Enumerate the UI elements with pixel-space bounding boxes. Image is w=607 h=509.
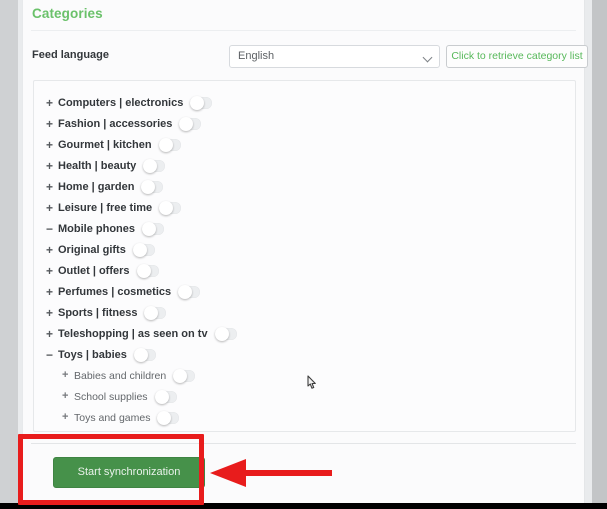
category-row[interactable]: + Perfumes | cosmetics	[34, 281, 575, 302]
category-subrow[interactable]: + School supplies	[34, 386, 575, 407]
category-label: Health | beauty	[58, 159, 137, 172]
category-toggle-switch[interactable]	[142, 221, 164, 236]
category-row[interactable]: − Toys | babies	[34, 344, 575, 365]
toggle-knob	[142, 221, 156, 236]
title-divider	[31, 30, 576, 31]
toggle-knob	[132, 242, 147, 257]
toggle-knob	[144, 305, 159, 320]
category-subrow[interactable]: + Toys and games	[34, 407, 575, 428]
category-row[interactable]: + Outlet | offers	[34, 260, 575, 281]
expand-plus-icon[interactable]: +	[46, 328, 58, 340]
chevron-down-icon	[424, 54, 431, 61]
category-row[interactable]: − Mobile phones	[34, 218, 575, 239]
category-row[interactable]: + Fashion | accessories	[34, 113, 575, 134]
toggle-knob	[173, 368, 188, 383]
category-toggle-switch[interactable]	[157, 410, 180, 425]
category-toggle-switch[interactable]	[179, 116, 202, 131]
retrieve-category-list-button[interactable]: Click to retrieve category list	[446, 45, 588, 68]
category-label: Perfumes | cosmetics	[58, 285, 172, 298]
feed-language-row: Feed language English Click to retrieve …	[23, 45, 588, 69]
expand-plus-icon[interactable]: +	[62, 370, 74, 381]
category-label: Mobile phones	[58, 222, 135, 235]
category-toggle-switch[interactable]	[141, 179, 164, 194]
toggle-knob	[158, 137, 173, 152]
category-label: Sports | fitness	[58, 306, 138, 319]
category-label: Leisure | free time	[58, 201, 153, 214]
category-label: Babies and children	[74, 369, 167, 382]
category-label: Outlet | offers	[58, 264, 130, 277]
toggle-knob	[143, 158, 158, 173]
category-row[interactable]: + Gourmet | kitchen	[34, 134, 575, 155]
feed-language-label: Feed language	[32, 49, 110, 61]
category-toggle-switch[interactable]	[158, 137, 181, 152]
category-toggle-switch[interactable]	[144, 305, 167, 320]
expand-plus-icon[interactable]: +	[46, 286, 58, 298]
expand-plus-icon[interactable]: +	[46, 118, 58, 130]
category-label: Fashion | accessories	[58, 117, 173, 130]
bottom-black-strip	[0, 503, 607, 509]
expand-plus-icon[interactable]: +	[46, 160, 58, 172]
category-label: Gourmet | kitchen	[58, 138, 152, 151]
toggle-knob	[190, 95, 205, 110]
category-label: Computers | electronics	[58, 96, 184, 109]
annotation-arrow-line	[245, 470, 332, 476]
expand-plus-icon[interactable]: +	[46, 97, 58, 109]
category-label: Toys | babies	[58, 348, 127, 361]
screenshot-root: Categories Feed language English Click t…	[0, 0, 607, 509]
category-toggle-switch[interactable]	[214, 326, 237, 341]
expand-plus-icon[interactable]: +	[46, 181, 58, 193]
category-row[interactable]: + Teleshopping | as seen on tv	[34, 323, 575, 344]
category-row[interactable]: + Original gifts	[34, 239, 575, 260]
category-label: Home | garden	[58, 180, 135, 193]
toggle-knob	[154, 389, 169, 404]
toggle-knob	[157, 410, 172, 425]
category-toggle-switch[interactable]	[159, 200, 182, 215]
category-toggle-switch[interactable]	[136, 263, 159, 278]
expand-plus-icon[interactable]: +	[46, 265, 58, 277]
category-label: School supplies	[74, 390, 148, 403]
category-row[interactable]: + Computers | electronics	[34, 92, 575, 113]
mouse-cursor	[307, 375, 316, 389]
category-list: + Computers | electronics + Fashion | acces…	[33, 80, 576, 432]
category-toggle-switch[interactable]	[190, 95, 213, 110]
category-row[interactable]: + Sports | fitness	[34, 302, 575, 323]
toggle-knob	[179, 116, 194, 131]
category-toggle-switch[interactable]	[133, 347, 156, 362]
footer-divider	[31, 443, 576, 444]
collapse-minus-icon[interactable]: −	[46, 349, 58, 361]
toggle-knob	[178, 284, 193, 299]
category-label: Toys and games	[74, 411, 151, 424]
right-page-gutter	[592, 0, 607, 503]
page-title: Categories	[32, 6, 103, 21]
toggle-knob	[141, 179, 156, 194]
toggle-knob	[214, 326, 229, 341]
start-synchronization-button[interactable]: Start synchronization	[53, 457, 205, 488]
toggle-knob	[159, 200, 174, 215]
expand-plus-icon[interactable]: +	[46, 139, 58, 151]
expand-plus-icon[interactable]: +	[62, 412, 74, 423]
expand-plus-icon[interactable]: +	[46, 307, 58, 319]
category-toggle-switch[interactable]	[173, 368, 196, 383]
annotation-arrow-head	[210, 459, 246, 487]
category-row[interactable]: + Home | garden	[34, 176, 575, 197]
category-toggle-switch[interactable]	[143, 158, 166, 173]
expand-plus-icon[interactable]: +	[62, 391, 74, 402]
category-subrow[interactable]: + Babies and children	[34, 365, 575, 386]
expand-plus-icon[interactable]: +	[46, 202, 58, 214]
category-label: Teleshopping | as seen on tv	[58, 327, 208, 340]
collapse-minus-icon[interactable]: −	[46, 223, 58, 235]
category-label: Original gifts	[58, 243, 126, 256]
categories-card: Categories Feed language English Click t…	[22, 0, 588, 503]
category-row[interactable]: + Leisure | free time	[34, 197, 575, 218]
toggle-knob	[136, 263, 151, 278]
feed-language-select[interactable]: English	[229, 45, 440, 68]
feed-language-value: English	[238, 50, 275, 62]
category-toggle-switch[interactable]	[178, 284, 201, 299]
expand-plus-icon[interactable]: +	[46, 244, 58, 256]
category-toggle-switch[interactable]	[154, 389, 177, 404]
category-toggle-switch[interactable]	[132, 242, 155, 257]
toggle-knob	[133, 347, 148, 362]
category-row[interactable]: + Health | beauty	[34, 155, 575, 176]
